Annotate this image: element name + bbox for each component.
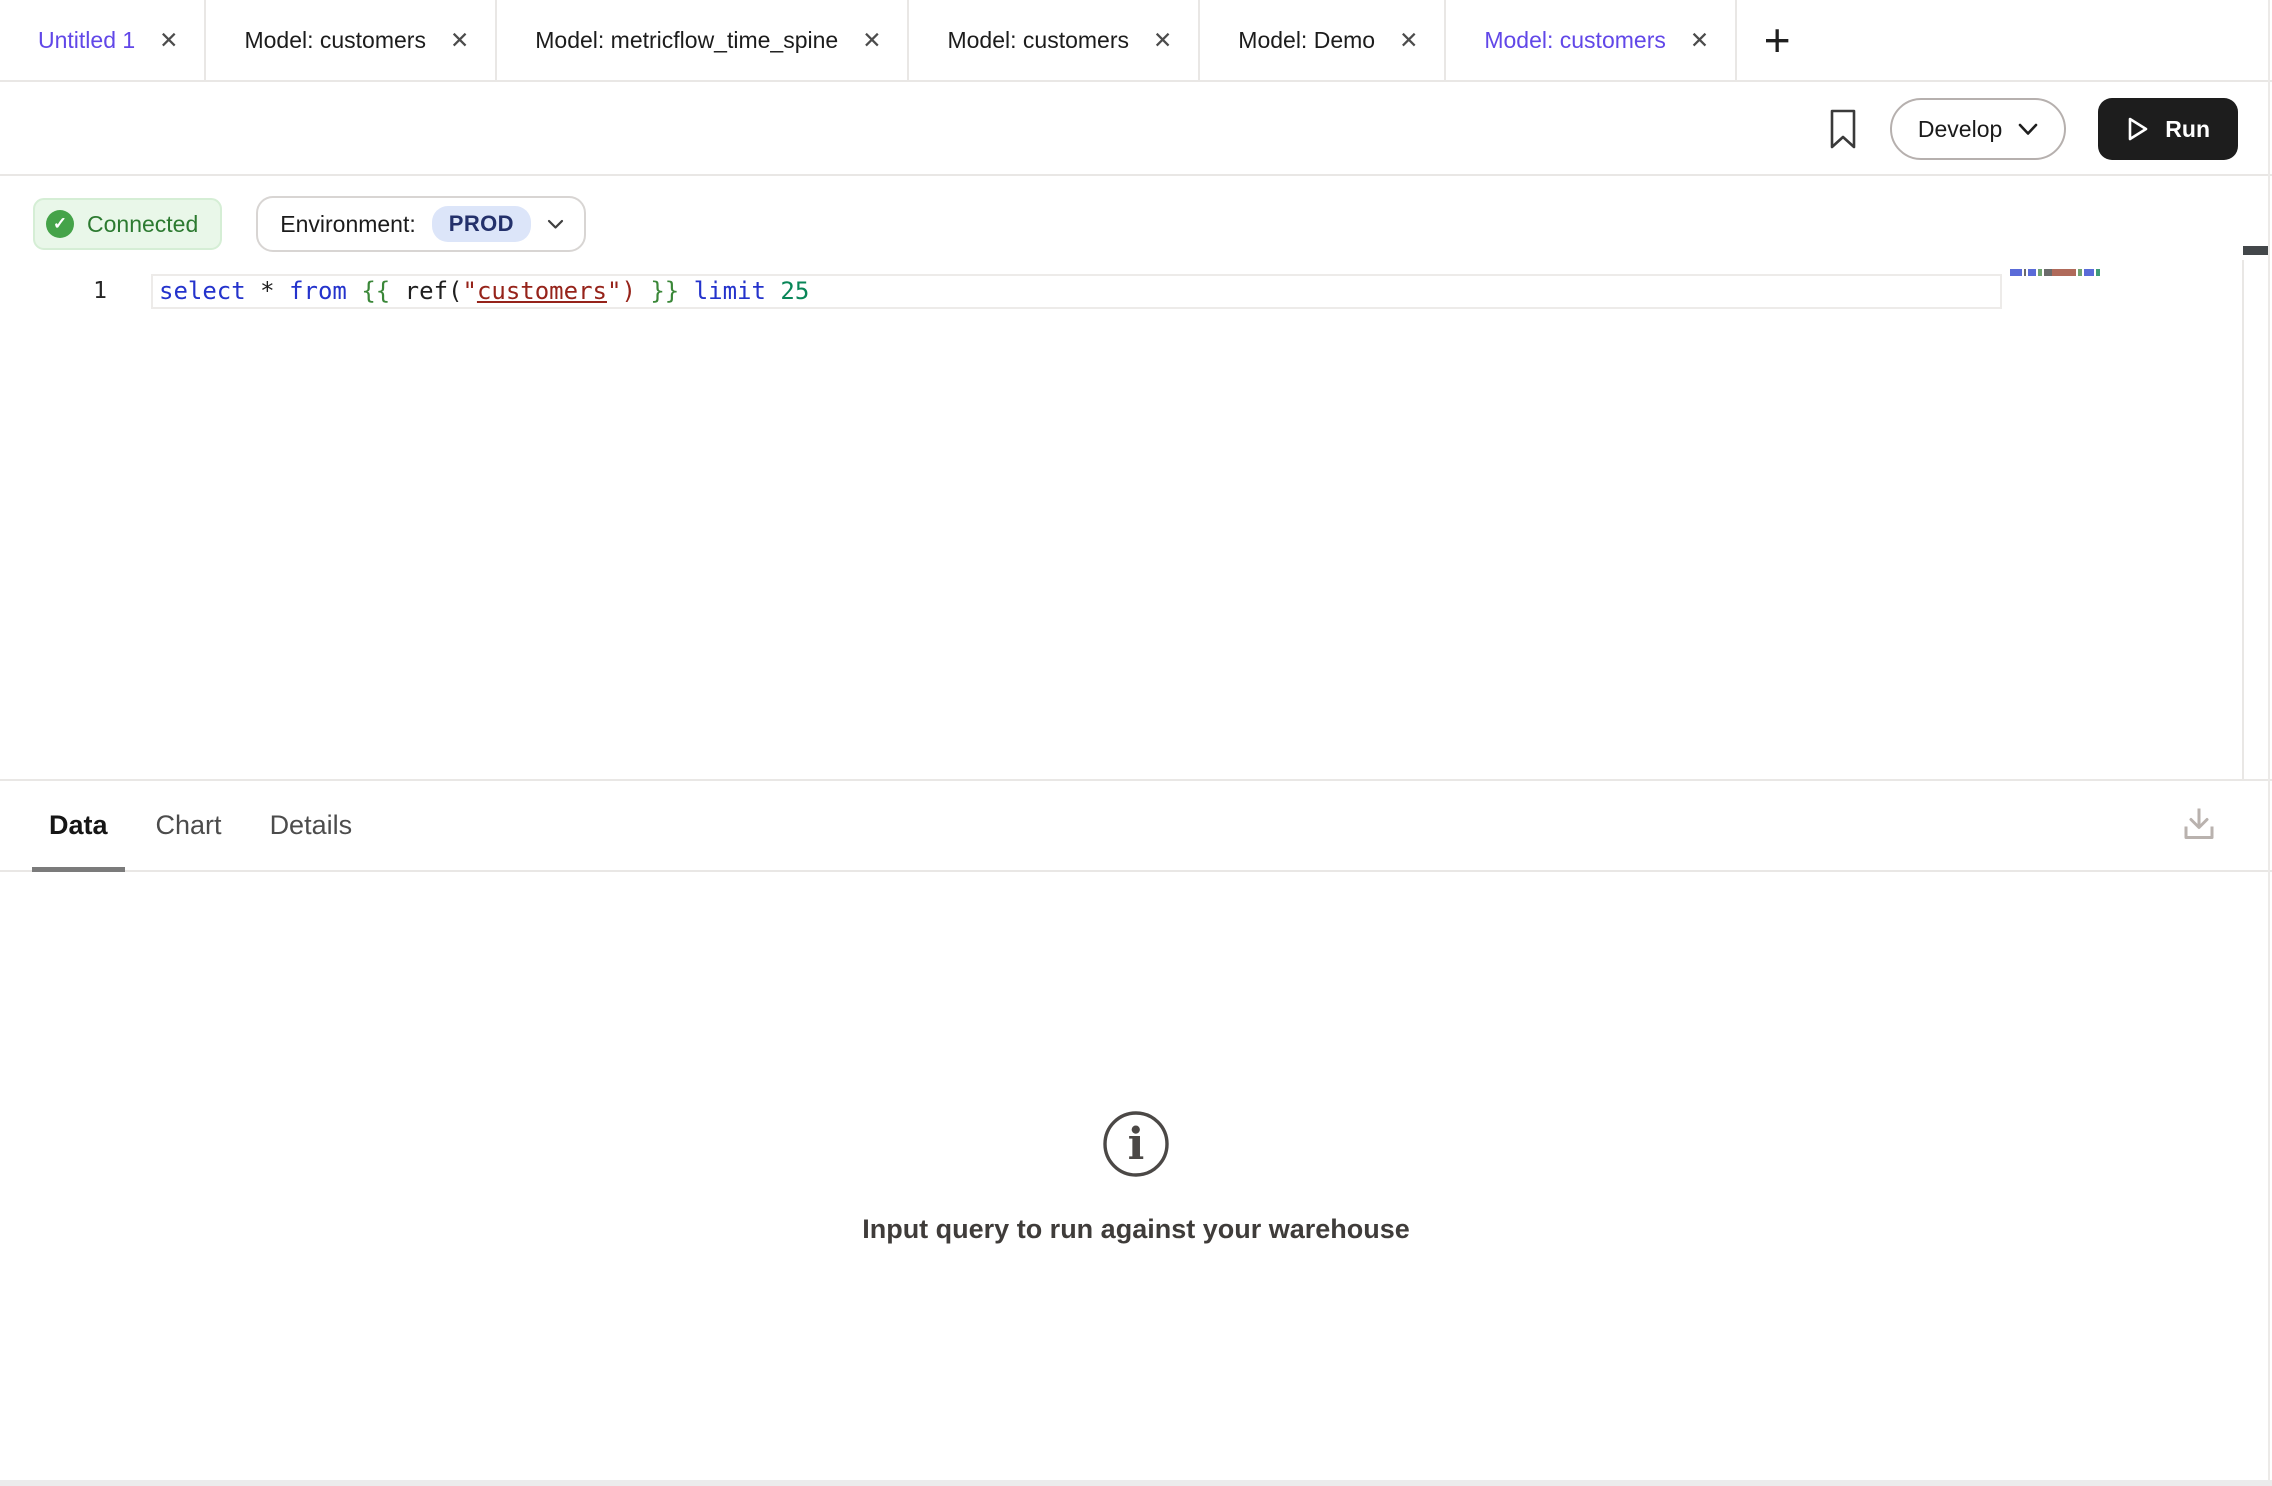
tab-model-customers[interactable]: Model: customers ✕ <box>206 0 497 80</box>
chevron-down-icon <box>2018 123 2038 136</box>
tab-label: Model: Demo <box>1238 27 1375 54</box>
new-tab-button[interactable]: + <box>1737 0 1817 80</box>
sql-editor[interactable]: 1 select * from {{ ref("customers") }} l… <box>0 260 2272 779</box>
results-tab-label: Data <box>49 810 108 841</box>
play-icon <box>2126 116 2150 142</box>
current-line-highlight[interactable]: select * from {{ ref("customers") }} lim… <box>151 274 2002 309</box>
tab-close-icon[interactable]: ✕ <box>450 29 469 52</box>
results-tab-label: Chart <box>156 810 222 841</box>
tab-close-icon[interactable]: ✕ <box>159 29 178 52</box>
svg-text:i: i <box>1128 1119 1145 1170</box>
code-line[interactable]: select * from {{ ref("customers") }} lim… <box>159 276 809 307</box>
run-label: Run <box>2165 116 2210 143</box>
tab-model-customers[interactable]: Model: customers ✕ <box>1446 0 1737 80</box>
window-right-border <box>2268 0 2270 1480</box>
tab-details[interactable]: Details <box>253 781 370 870</box>
tab-model-customers[interactable]: Model: customers ✕ <box>909 0 1200 80</box>
bookmark-icon[interactable] <box>1828 108 1858 150</box>
toolbar: Develop Run <box>0 84 2272 176</box>
environment-value-badge: PROD <box>432 206 531 242</box>
chevron-down-icon <box>547 219 564 230</box>
run-button[interactable]: Run <box>2098 98 2238 160</box>
tab-close-icon[interactable]: ✕ <box>1153 29 1172 52</box>
tabs-container: Untitled 1✕Model: customers✕Model: metri… <box>0 0 1737 80</box>
tab-model-demo[interactable]: Model: Demo ✕ <box>1200 0 1446 80</box>
tab-label: Model: customers <box>947 27 1129 54</box>
info-icon: i <box>1100 1108 1172 1180</box>
environment-label: Environment: <box>280 211 416 238</box>
window-bottom-border <box>0 1480 2272 1486</box>
tab-close-icon[interactable]: ✕ <box>862 29 881 52</box>
results-empty-state: i Input query to run against your wareho… <box>0 872 2272 1480</box>
results-panel: Data Chart Details i Input query to run ag… <box>0 779 2272 1480</box>
develop-menu-button[interactable]: Develop <box>1890 98 2066 160</box>
check-icon: ✓ <box>46 210 74 238</box>
download-icon <box>2180 803 2218 843</box>
develop-label: Develop <box>1918 116 2002 143</box>
tab-close-icon[interactable]: ✕ <box>1399 29 1418 52</box>
empty-state-message: Input query to run against your warehous… <box>862 1214 1410 1245</box>
download-button[interactable] <box>2180 803 2218 848</box>
line-number: 1 <box>0 278 107 304</box>
tab-label: Model: metricflow_time_spine <box>535 27 838 54</box>
minimap[interactable] <box>2010 268 2100 276</box>
results-tab-bar: Data Chart Details <box>0 781 2272 872</box>
connection-status-badge: ✓ Connected <box>33 198 222 250</box>
editor-scrollbar-track <box>2242 260 2244 779</box>
tab-label: Untitled 1 <box>38 27 135 54</box>
tab-label: Model: customers <box>1484 27 1666 54</box>
tab-data[interactable]: Data <box>32 781 125 870</box>
tab-close-icon[interactable]: ✕ <box>1690 29 1709 52</box>
tab-untitled-1[interactable]: Untitled 1 ✕ <box>0 0 206 80</box>
tab-model-metricflow-time-spine[interactable]: Model: metricflow_time_spine ✕ <box>497 0 909 80</box>
editor-status-row: ✓ Connected Environment: PROD <box>33 196 586 252</box>
environment-selector[interactable]: Environment: PROD <box>256 196 586 252</box>
tab-label: Model: customers <box>244 27 426 54</box>
editor-tab-bar: Untitled 1✕Model: customers✕Model: metri… <box>0 0 2272 82</box>
connection-status-label: Connected <box>87 211 198 238</box>
ide-window: Untitled 1✕Model: customers✕Model: metri… <box>0 0 2272 1486</box>
results-tabs-container: Data Chart Details <box>32 781 383 870</box>
results-tab-label: Details <box>270 810 353 841</box>
editor-scrollbar-thumb[interactable] <box>2243 246 2270 255</box>
tab-chart[interactable]: Chart <box>139 781 239 870</box>
